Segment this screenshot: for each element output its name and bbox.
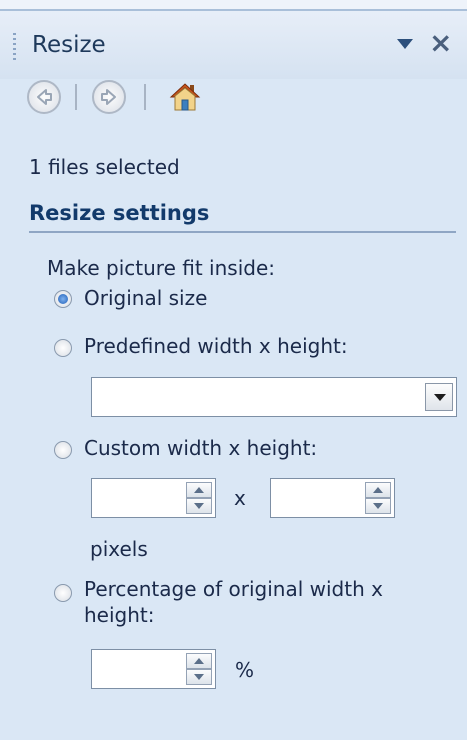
drag-grip[interactable] [13,33,16,63]
predefined-size-dropdown[interactable] [91,377,457,417]
navigation-toolbar [0,80,467,120]
radio-custom-size[interactable] [54,441,72,459]
radio-percentage-size[interactable] [54,584,72,602]
radio-original-size[interactable] [54,290,72,308]
custom-height-stepper[interactable] [270,478,395,518]
forward-arrow-icon [101,89,116,105]
panel-top-border [0,0,467,11]
back-button[interactable] [27,80,61,114]
percentage-increment-button[interactable] [186,653,212,669]
panel-title: Resize [32,32,106,58]
forward-button[interactable] [92,80,126,114]
section-divider [29,231,456,233]
panel-header: Resize × [0,11,467,79]
home-icon [169,83,201,111]
option-label-custom-size[interactable]: Custom width x height: [84,436,317,460]
percentage-decrement-button[interactable] [186,669,212,685]
panel-menu-dropdown-button[interactable] [397,39,413,49]
custom-width-stepper[interactable] [91,478,216,518]
percentage-input[interactable] [94,652,185,686]
chevron-down-icon[interactable] [425,383,453,411]
percentage-stepper[interactable] [91,649,216,689]
percentage-unit: % [235,658,255,682]
custom-height-spin-buttons [365,482,391,514]
option-label-predefined-size[interactable]: Predefined width x height: [84,334,348,358]
close-panel-button[interactable]: × [429,29,452,57]
back-arrow-icon [37,89,52,105]
percentage-spin-buttons [186,653,212,685]
custom-height-increment-button[interactable] [365,482,391,498]
custom-size-separator: x [234,486,246,510]
custom-height-decrement-button[interactable] [365,498,391,514]
section-heading: Resize settings [29,201,210,225]
custom-width-decrement-button[interactable] [186,498,212,514]
custom-width-increment-button[interactable] [186,482,212,498]
custom-size-unit: pixels [90,537,148,561]
option-label-percentage-size-line2[interactable]: height: [84,603,155,627]
custom-height-input[interactable] [273,481,364,515]
files-selected-text: 1 files selected [29,155,180,179]
toolbar-separator [75,84,77,110]
toolbar-separator [144,84,146,110]
option-label-percentage-size[interactable]: Percentage of original width x [84,577,383,601]
fit-label: Make picture fit inside: [47,256,275,280]
radio-predefined-size[interactable] [54,339,72,357]
custom-width-input[interactable] [94,481,185,515]
home-button[interactable] [168,80,202,118]
custom-width-spin-buttons [186,482,212,514]
option-label-original-size[interactable]: Original size [84,286,207,310]
